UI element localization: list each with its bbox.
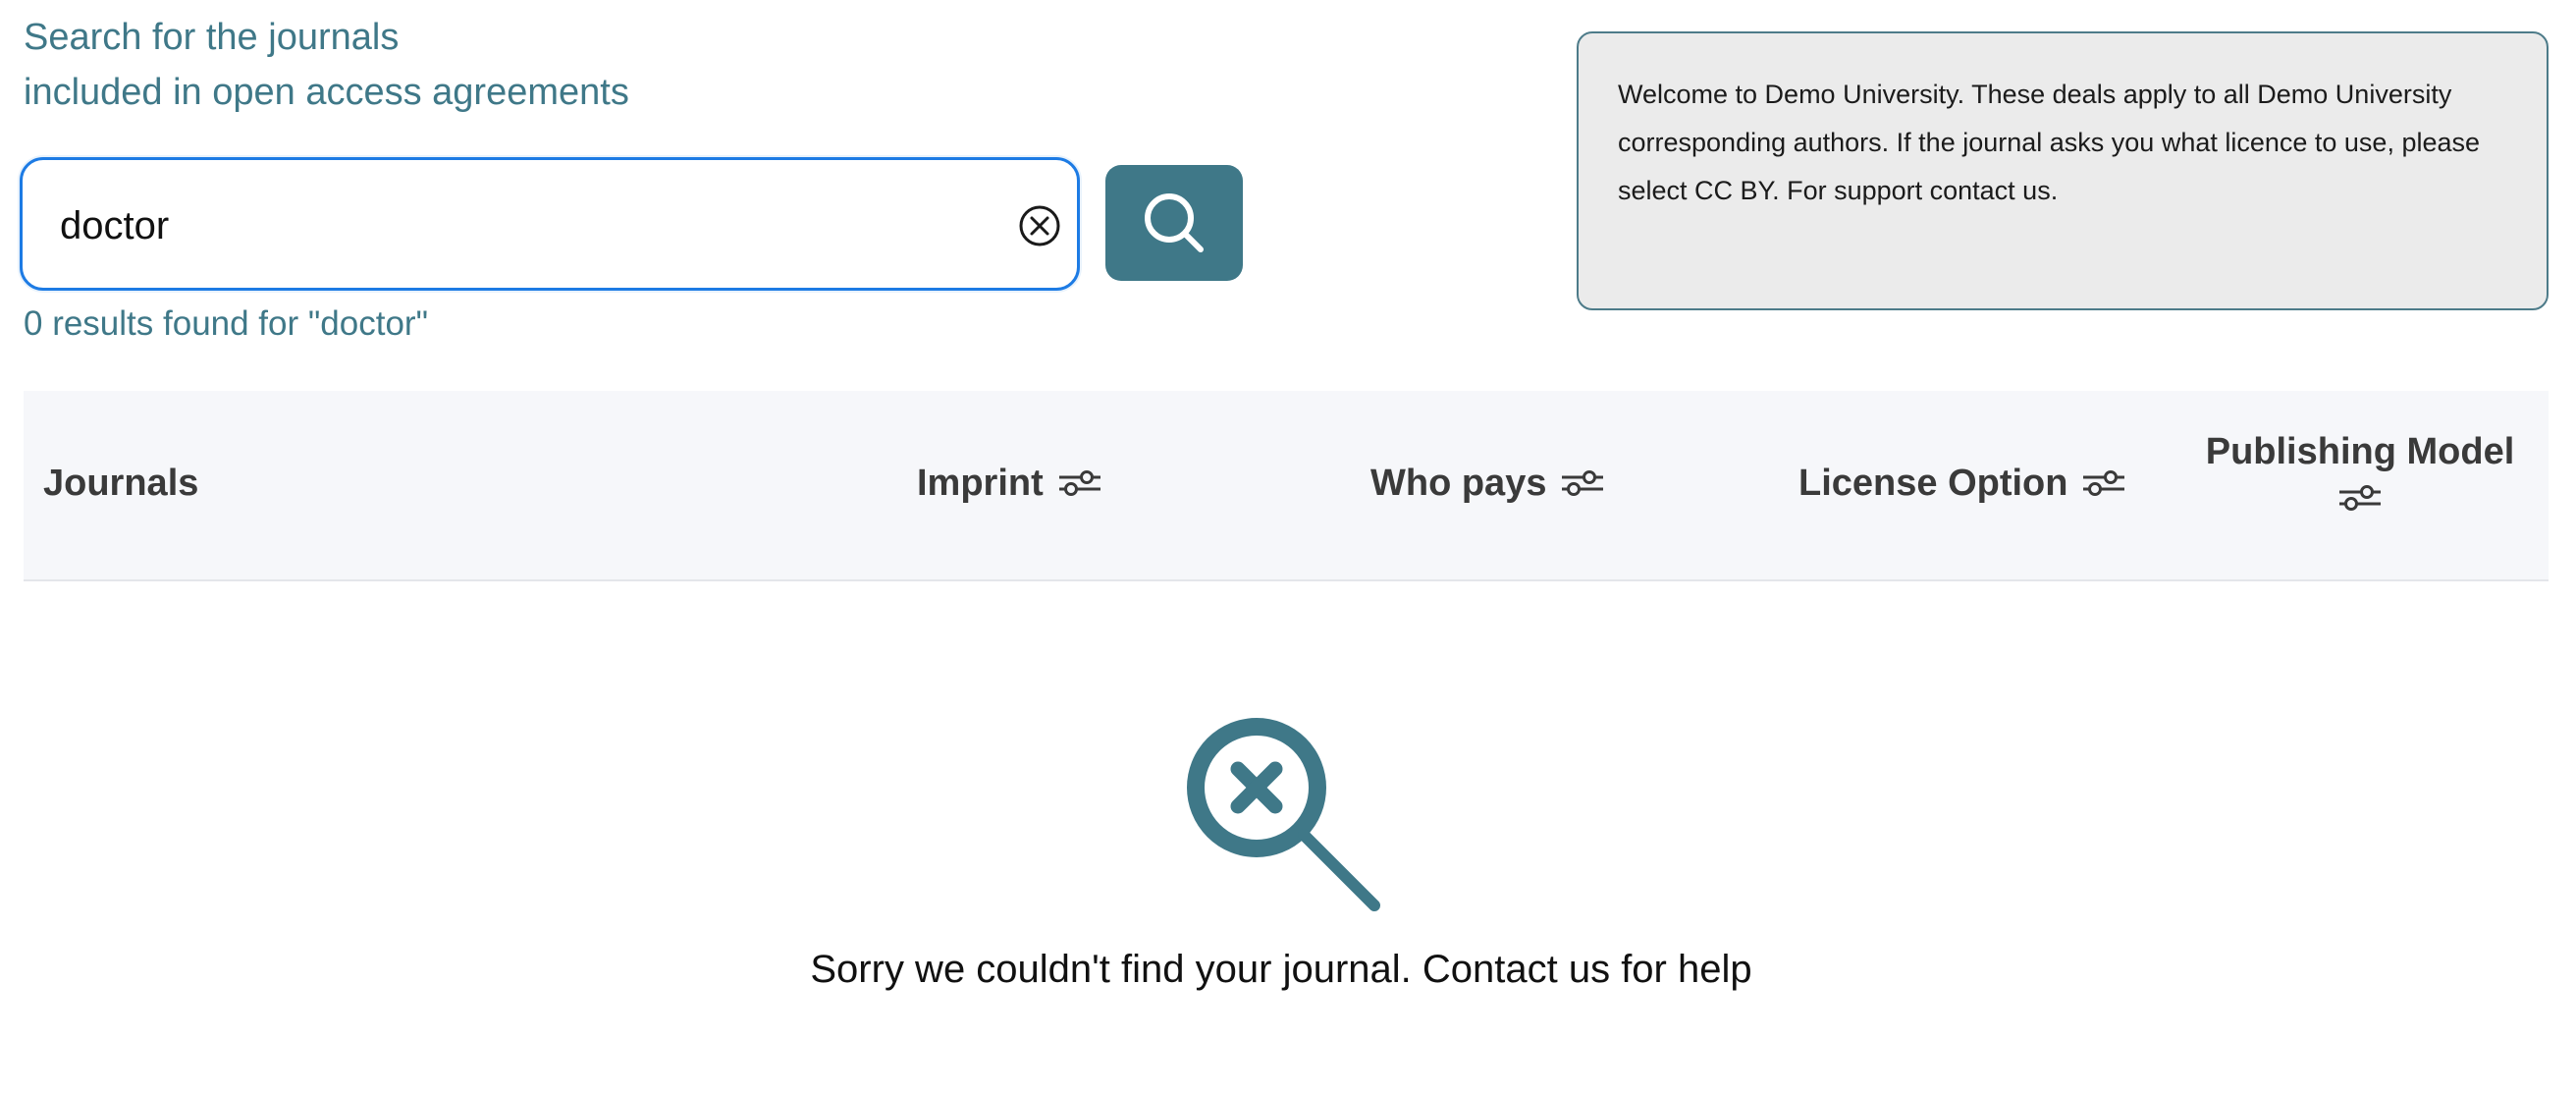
heading-line-1: Search for the journals <box>24 17 400 58</box>
column-license-option: License Option <box>1798 462 2126 505</box>
filter-publishing-model-button[interactable] <box>2337 481 2383 515</box>
magnifier-x-icon <box>1187 718 1380 911</box>
column-label: Who pays <box>1370 463 1547 504</box>
column-label: Journals <box>43 463 199 504</box>
clear-search-button[interactable] <box>1016 202 1063 249</box>
journals-table-header: Journals Imprint Who pays License Option <box>24 391 2549 581</box>
magnifier-icon <box>1145 193 1204 252</box>
page-heading: Search for the journals included in open… <box>24 10 770 120</box>
filter-sliders-icon <box>2083 470 2125 496</box>
results-count: 0 results found for "doctor" <box>24 304 429 343</box>
welcome-panel: Welcome to Demo University. These deals … <box>1577 31 2549 310</box>
column-who-pays: Who pays <box>1370 462 1605 505</box>
filter-who-pays-button[interactable] <box>1560 466 1605 500</box>
empty-state: Sorry we couldn't find your journal. Con… <box>805 717 1757 1070</box>
filter-sliders-icon <box>2339 485 2381 511</box>
search-bar <box>20 155 1247 291</box>
column-label: License Option <box>1798 463 2068 504</box>
column-label: Imprint <box>917 463 1044 504</box>
welcome-text: Welcome to Demo University. These deals … <box>1618 80 2481 205</box>
column-imprint: Imprint <box>917 462 1102 505</box>
column-journals: Journals <box>43 462 198 505</box>
column-label: Publishing Model <box>2205 431 2515 472</box>
search-box <box>20 157 1080 291</box>
filter-license-option-button[interactable] <box>2081 466 2126 500</box>
filter-sliders-icon <box>1058 470 1100 496</box>
empty-state-message: Sorry we couldn't find your journal. Con… <box>810 948 1752 991</box>
search-input[interactable] <box>60 193 963 258</box>
search-button[interactable] <box>1105 165 1243 281</box>
filter-imprint-button[interactable] <box>1057 466 1102 500</box>
clear-circle-x-icon <box>1019 205 1060 246</box>
column-publishing-model: Publishing Model <box>2183 430 2537 515</box>
filter-sliders-icon <box>1562 470 1604 496</box>
heading-line-2: included in open access agreements <box>24 72 629 113</box>
